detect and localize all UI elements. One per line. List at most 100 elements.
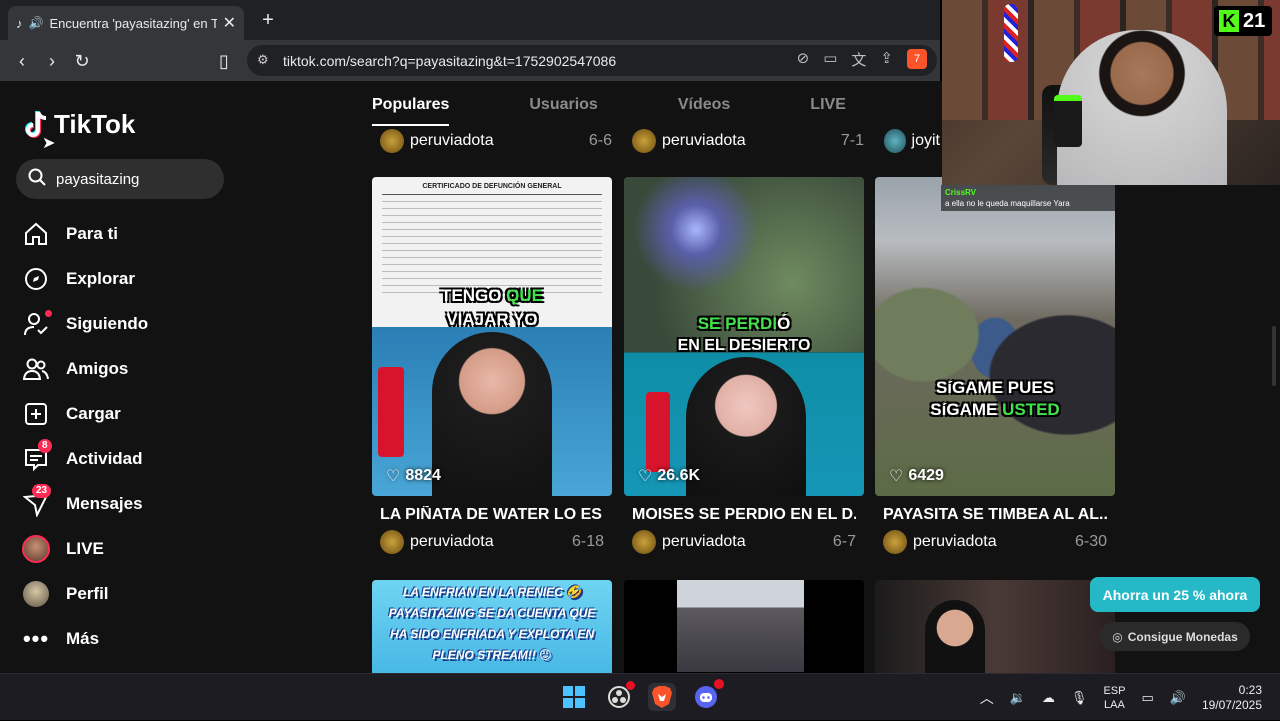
activity-icon: 8: [22, 438, 52, 473]
like-count: ♡ 6429: [889, 467, 944, 485]
kick-logo-icon: K: [1219, 10, 1239, 32]
author-avatar[interactable]: [883, 530, 907, 554]
video-overlay-text: SíGAME USTED: [930, 400, 1060, 419]
video-card[interactable]: SE PERDIÓ EN EL DESIERTO ♡ 26.6K MOISES S…: [624, 177, 864, 554]
site-info-icon[interactable]: ⚙: [257, 52, 269, 68]
video-caption[interactable]: MOISES SE PERDIO EN EL D...: [632, 506, 856, 524]
search-value: payasitazing: [56, 170, 140, 188]
video-card[interactable]: CrissRV a ella no le queda maquillarse Y…: [875, 177, 1115, 554]
chat-message: CrissRV a ella no le queda maquillarse Y…: [941, 185, 1115, 211]
kick-viewer-badge: K 21: [1214, 6, 1272, 36]
new-tab-button[interactable]: +: [256, 8, 280, 32]
video-thumbnail[interactable]: LA ENFRIAN EN LA RENIEC 🤣 PAYASITAZING S…: [372, 580, 612, 673]
crowd-people-image: [875, 227, 1115, 496]
sidebar-item-cargar[interactable]: Cargar: [22, 391, 272, 436]
video-thumbnail[interactable]: CERTIFICADO DE DEFUNCIÓN GENERAL TENGO Q…: [372, 177, 612, 496]
brave-shields-icon[interactable]: 7: [907, 49, 927, 69]
sidebar-item-mas[interactable]: ••• Más: [22, 616, 272, 661]
author-avatar[interactable]: [632, 530, 656, 554]
brave-browser-icon[interactable]: [648, 683, 676, 711]
video-overlay-text: VIAJAR YO: [446, 310, 538, 329]
sidebar-item-amigos[interactable]: Amigos: [22, 346, 272, 391]
heart-icon: ♡: [889, 468, 904, 485]
microphone-image: [1054, 95, 1082, 147]
video-date: 6-30: [1074, 533, 1107, 550]
author-name[interactable]: peruviadota: [662, 533, 746, 551]
author-avatar: [884, 129, 906, 153]
sidebar-item-live[interactable]: LIVE: [22, 526, 272, 571]
bookmark-icon[interactable]: ▯: [212, 49, 236, 73]
tab-usuarios[interactable]: Usuarios: [529, 96, 597, 114]
video-meta: peruviadota 6-30: [883, 530, 1107, 554]
author-name[interactable]: peruviadota: [913, 533, 997, 551]
video-caption[interactable]: PAYASITA SE TIMBEA AL AL...: [883, 506, 1107, 524]
tiktok-favicon-icon: ♪: [16, 15, 23, 31]
like-count: ♡ 26.6K: [638, 467, 701, 485]
tiktok-logo[interactable]: TikTok: [24, 109, 135, 140]
scrollbar[interactable]: [1272, 326, 1276, 386]
friends-icon: [22, 355, 50, 383]
speaker-icon[interactable]: 🔉: [1010, 690, 1026, 706]
list-item[interactable]: peruviadota 6-6: [380, 129, 612, 153]
video-date: 6-7: [832, 533, 856, 550]
sidebar-item-actividad[interactable]: 8 Actividad: [22, 436, 272, 481]
search-input[interactable]: payasitazing: [16, 159, 224, 199]
sidebar-item-perfil[interactable]: Perfil: [22, 571, 272, 616]
video-overlay-text: EN EL DESIERTO: [677, 337, 811, 354]
volume-icon[interactable]: 🔊: [1170, 690, 1186, 706]
cloud-offline-icon[interactable]: ☁: [1042, 690, 1055, 706]
browser-tab-strip: ♪ 🔊 Encuentra 'payasitazing' en TikTok ✕…: [0, 0, 940, 40]
video-thumbnail[interactable]: SE PERDIÓ EN EL DESIERTO ♡ 26.6K: [624, 177, 864, 496]
video-overlay-text: TENGO QUE: [440, 286, 543, 305]
get-coins-button[interactable]: ◎ Consigue Monedas: [1100, 622, 1250, 651]
list-item[interactable]: joyit: [884, 129, 940, 153]
windows-start-icon[interactable]: [560, 683, 588, 711]
discount-promo-button[interactable]: Ahorra un 25 % ahora: [1090, 577, 1260, 612]
close-tab-icon[interactable]: ✕: [223, 13, 236, 33]
address-bar-actions: ⊘ ▭ 文 ⇪ 7: [797, 49, 927, 70]
chevron-up-icon[interactable]: ︿: [980, 688, 994, 708]
discord-icon[interactable]: [692, 679, 724, 711]
back-icon[interactable]: ‹: [10, 49, 34, 73]
author-name[interactable]: peruviadota: [410, 533, 494, 551]
microphone-image: [646, 392, 670, 472]
author-avatar: [632, 129, 656, 153]
no-tracking-icon[interactable]: ⊘: [797, 49, 810, 70]
sidebar-item-mensajes[interactable]: 23 Mensajes: [22, 481, 272, 526]
search-tabs: Populares Usuarios Vídeos LIVE: [372, 81, 846, 129]
list-item[interactable]: peruviadota 7-1: [632, 129, 864, 153]
microphone-icon[interactable]: 🎙: [1071, 690, 1088, 706]
tab-live[interactable]: LIVE: [810, 96, 846, 114]
audio-playing-icon[interactable]: 🔊: [29, 16, 44, 30]
obs-icon[interactable]: [605, 681, 635, 711]
language-indicator[interactable]: ESP LAA: [1103, 684, 1125, 712]
cast-icon[interactable]: ▭: [823, 49, 837, 70]
video-meta: peruviadota 6-18: [380, 530, 604, 554]
heart-icon: ♡: [638, 468, 653, 485]
clock[interactable]: 0:23 19/07/2025: [1202, 683, 1262, 713]
tab-videos[interactable]: Vídeos: [678, 96, 730, 114]
sidebar-nav: Para ti Explorar Siguiendo Amigos Cargar…: [22, 211, 272, 661]
video-thumbnail[interactable]: [624, 580, 864, 673]
video-thumbnail[interactable]: CrissRV a ella no le queda maquillarse Y…: [875, 177, 1115, 496]
forward-icon[interactable]: ›: [40, 49, 64, 73]
video-card[interactable]: CERTIFICADO DE DEFUNCIÓN GENERAL TENGO Q…: [372, 177, 612, 554]
video-caption[interactable]: LA PIÑATA DE WATER LO ES ...: [380, 506, 604, 524]
video-thumbnail[interactable]: [875, 580, 1115, 673]
author-avatar[interactable]: [380, 530, 404, 554]
video-overlay-text: SE PERDIÓ: [697, 314, 791, 333]
sidebar-item-siguiendo[interactable]: Siguiendo: [22, 301, 272, 346]
share-icon[interactable]: ⇪: [880, 49, 893, 70]
sidebar-item-para-ti[interactable]: Para ti: [22, 211, 272, 256]
logo-text: TikTok: [54, 109, 136, 139]
home-icon: [22, 220, 50, 248]
display-icon[interactable]: ▭: [1141, 690, 1153, 706]
browser-tab[interactable]: ♪ 🔊 Encuentra 'payasitazing' en TikTok ✕: [8, 6, 244, 40]
tab-populares[interactable]: Populares: [372, 96, 450, 126]
reload-icon[interactable]: ↻: [70, 49, 94, 73]
webcam-overlay: K 21: [942, 0, 1280, 185]
sidebar-item-explorar[interactable]: Explorar: [22, 256, 272, 301]
live-avatar-icon: [22, 534, 50, 563]
address-bar[interactable]: ⚙ tiktok.com/search?q=payasitazing&t=175…: [247, 45, 937, 76]
translate-icon[interactable]: 文: [851, 49, 866, 70]
